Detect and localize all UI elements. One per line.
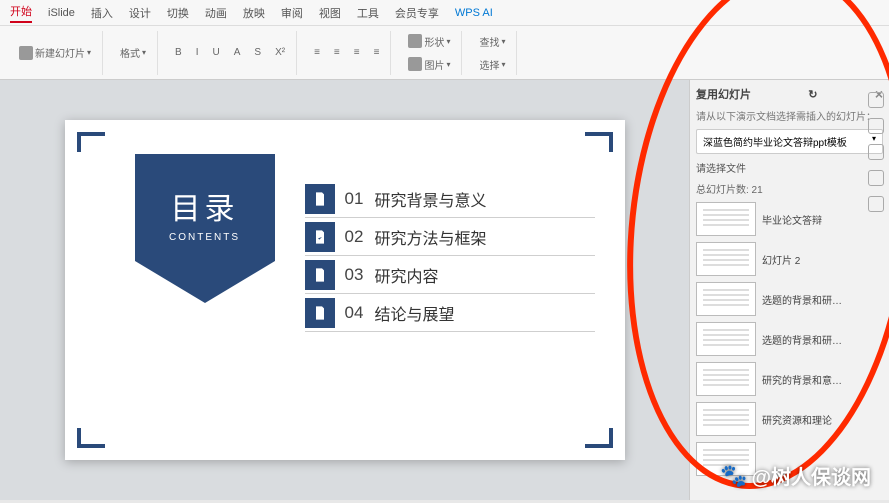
format-label: 格式	[120, 45, 140, 60]
sidebar-tool-icon[interactable]	[868, 196, 884, 212]
thumb-label: 选题的背景和研…	[762, 292, 842, 307]
contents-banner: 目录 CONTENTS	[135, 154, 275, 303]
workspace: 目录 CONTENTS 01 研究背景与意义 02 研究方法与框架	[0, 80, 889, 500]
watermark: 🐾 @树人保谈网	[720, 461, 871, 490]
banner-title-en: CONTENTS	[135, 232, 275, 243]
ribbon-toolbar: 新建幻灯片▾ 格式▾ B I U A S X² ≡ ≡ ≡ ≡ 形状▾ 图片▾ …	[0, 26, 889, 80]
align-left-button[interactable]: ≡	[309, 44, 325, 61]
new-slide-label: 新建幻灯片	[35, 45, 85, 60]
item-number: 04	[345, 303, 375, 323]
sidebar-tool-icon[interactable]	[868, 144, 884, 160]
panel-thumb-item[interactable]: 选题的背景和研…	[696, 282, 883, 316]
align-center-button[interactable]: ≡	[329, 44, 345, 61]
panel-thumb-item[interactable]: 研究的背景和意…	[696, 362, 883, 396]
ribbon-tabs: 开始 iSlide 插入 设计 切换 动画 放映 审阅 视图 工具 会员专享 W…	[0, 0, 889, 26]
bold-button[interactable]: B	[170, 44, 187, 61]
thumb-label: 幻灯片 2	[762, 252, 800, 267]
contents-item: 02 研究方法与框架	[305, 218, 595, 256]
doc-edit-icon	[305, 298, 335, 328]
align-right-button[interactable]: ≡	[349, 44, 365, 61]
panel-thumb-item[interactable]: 毕业论文答辩	[696, 202, 883, 236]
tab-view[interactable]: 视图	[319, 5, 341, 21]
strike-button[interactable]: A	[229, 44, 246, 61]
corner-decor	[77, 132, 105, 152]
clear-format-button[interactable]: X²	[270, 44, 290, 61]
select-value: 深蓝色简约毕业论文答辩ppt模板	[703, 134, 847, 149]
find-label: 查找	[479, 34, 499, 49]
panel-hint: 请从以下演示文档选择需插入的幻灯片：	[696, 108, 883, 123]
item-number: 03	[345, 265, 375, 285]
thumb-label: 选题的背景和研…	[762, 332, 842, 347]
corner-decor	[585, 132, 613, 152]
sidebar-tool-icon[interactable]	[868, 170, 884, 186]
picture-button[interactable]: 图片▾	[403, 54, 455, 75]
select-button[interactable]: 选择▾	[474, 54, 510, 75]
item-number: 02	[345, 227, 375, 247]
doc-check-icon	[305, 222, 335, 252]
paw-icon: 🐾	[720, 463, 747, 489]
corner-decor	[77, 428, 105, 448]
corner-decor	[585, 428, 613, 448]
panel-thumb-item[interactable]: 选题的背景和研…	[696, 322, 883, 356]
watermark-text: @树人保谈网	[751, 461, 871, 490]
item-text: 研究背景与意义	[375, 187, 487, 211]
tab-animation[interactable]: 动画	[205, 5, 227, 21]
tab-wps-ai[interactable]: WPS AI	[455, 7, 493, 19]
slide-count: 总幻灯片数: 21	[696, 181, 883, 196]
panel-source-select[interactable]: 深蓝色简约毕业论文答辩ppt模板 ▾	[696, 129, 883, 154]
right-icon-bar	[865, 92, 887, 212]
underline-button[interactable]: U	[207, 44, 224, 61]
contents-item: 01 研究背景与意义	[305, 180, 595, 218]
find-button[interactable]: 查找▾	[474, 31, 510, 52]
thumb-label: 研究的背景和意…	[762, 372, 842, 387]
panel-refresh-icon[interactable]: ↻	[808, 88, 817, 101]
picture-label: 图片	[424, 57, 444, 72]
sidebar-tool-icon[interactable]	[868, 118, 884, 134]
tab-start[interactable]: 开始	[10, 3, 32, 23]
bullets-button[interactable]: ≡	[369, 44, 385, 61]
tab-design[interactable]: 设计	[129, 5, 151, 21]
banner-title-cn: 目录	[135, 184, 275, 228]
item-number: 01	[345, 189, 375, 209]
choose-file-link[interactable]: 请选择文件	[696, 160, 883, 175]
tab-islide[interactable]: iSlide	[48, 7, 75, 19]
strike2-button[interactable]: S	[249, 44, 266, 61]
tab-slideshow[interactable]: 放映	[243, 5, 265, 21]
tab-insert[interactable]: 插入	[91, 5, 113, 21]
new-slide-button[interactable]: 新建幻灯片▾	[14, 42, 96, 63]
tab-member[interactable]: 会员专享	[395, 5, 439, 21]
shape-button[interactable]: 形状▾	[403, 31, 455, 52]
item-text: 研究内容	[375, 263, 439, 287]
thumb-label: 研究资源和理论	[762, 412, 832, 427]
tab-tools[interactable]: 工具	[357, 5, 379, 21]
item-text: 结论与展望	[375, 301, 455, 325]
slide: 目录 CONTENTS 01 研究背景与意义 02 研究方法与框架	[65, 120, 625, 460]
tab-review[interactable]: 审阅	[281, 5, 303, 21]
tab-transition[interactable]: 切换	[167, 5, 189, 21]
panel-thumb-list[interactable]: 毕业论文答辩 幻灯片 2 选题的背景和研… 选题的背景和研… 研究的背景和意… …	[696, 202, 883, 494]
shape-label: 形状	[424, 34, 444, 49]
slide-canvas-area[interactable]: 目录 CONTENTS 01 研究背景与意义 02 研究方法与框架	[0, 80, 689, 500]
contents-list: 01 研究背景与意义 02 研究方法与框架 03 研究内容 04 结论与展望	[305, 180, 595, 332]
italic-button[interactable]: I	[191, 44, 204, 61]
format-button[interactable]: 格式▾	[115, 42, 151, 63]
select-label: 选择	[479, 57, 499, 72]
contents-item: 03 研究内容	[305, 256, 595, 294]
doc-lines-icon	[305, 260, 335, 290]
thumb-label: 毕业论文答辩	[762, 212, 822, 227]
sidebar-tool-icon[interactable]	[868, 92, 884, 108]
panel-thumb-item[interactable]: 研究资源和理论	[696, 402, 883, 436]
reuse-slides-panel: 复用幻灯片 ↻ × 请从以下演示文档选择需插入的幻灯片： 深蓝色简约毕业论文答辩…	[689, 80, 889, 500]
item-text: 研究方法与框架	[375, 225, 487, 249]
panel-title: 复用幻灯片	[696, 86, 751, 102]
doc-icon	[305, 184, 335, 214]
panel-thumb-item[interactable]: 幻灯片 2	[696, 242, 883, 276]
contents-item: 04 结论与展望	[305, 294, 595, 332]
